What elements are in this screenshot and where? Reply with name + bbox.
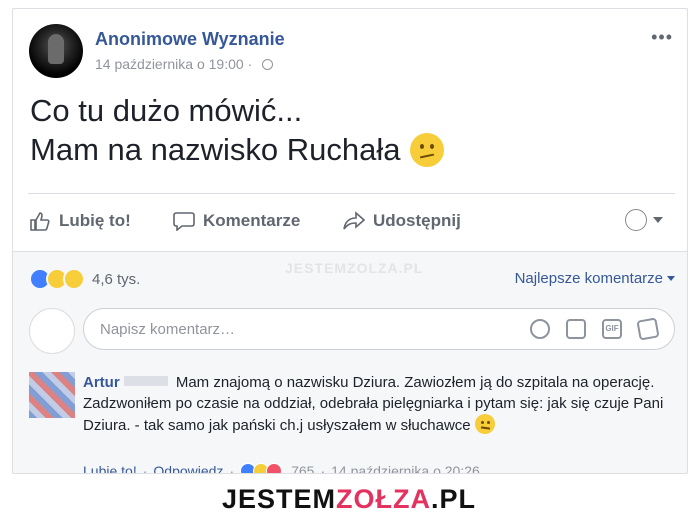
comment-placeholder: Napisz komentarz… bbox=[100, 321, 236, 338]
hooded-figure-icon bbox=[48, 34, 64, 64]
comment-author[interactable]: Artur bbox=[83, 374, 120, 391]
redacted-surname bbox=[123, 376, 168, 386]
user-avatar-icon bbox=[625, 209, 647, 231]
like-label: Lubię to! bbox=[59, 211, 131, 230]
brand-accent: ZOŁZA bbox=[336, 484, 432, 514]
divider bbox=[28, 193, 675, 194]
share-label: Udostępnij bbox=[373, 211, 461, 230]
post-timestamp[interactable]: 14 października o 19:00 bbox=[95, 56, 244, 72]
watermark: JESTEMZOLZA.PL bbox=[285, 260, 424, 276]
caret-down-icon bbox=[667, 276, 675, 281]
comment-like-link[interactable]: Lubię to! bbox=[83, 463, 137, 473]
speech-bubble-icon bbox=[173, 212, 195, 231]
share-button[interactable]: Udostępnij bbox=[343, 211, 461, 231]
comments-section: 4,6 tys. JESTEMZOLZA.PL Najlepsze koment… bbox=[13, 251, 687, 474]
comment-button[interactable]: Komentarze bbox=[173, 211, 300, 231]
separator: · bbox=[229, 463, 235, 474]
commenter-avatar bbox=[29, 308, 75, 354]
post-frame: Anonimowe Wyznanie 14 października o 19:… bbox=[12, 8, 688, 474]
sticker-icon[interactable] bbox=[636, 317, 660, 341]
reactions-summary[interactable]: 4,6 tys. bbox=[29, 268, 140, 290]
share-arrow-icon bbox=[343, 211, 365, 230]
camera-icon[interactable] bbox=[566, 319, 586, 339]
caret-down-icon bbox=[653, 217, 663, 223]
separator: · bbox=[142, 463, 148, 474]
post-text-line-1: Co tu dużo mówić... bbox=[30, 93, 303, 128]
page-name-link[interactable]: Anonimowe Wyznanie bbox=[95, 29, 285, 50]
comment-label: Komentarze bbox=[203, 211, 301, 230]
love-reaction-icon bbox=[266, 463, 283, 473]
site-logo: JESTEMZOŁZA.PL bbox=[222, 484, 476, 515]
worried-face-emoji bbox=[474, 414, 495, 434]
comment-actions: Lubię to! · Odpowiedz · 765 · 14 paździe… bbox=[83, 463, 480, 474]
comment-reaction-count[interactable]: 765 bbox=[291, 463, 314, 473]
post-text: Co tu dużo mówić... Mam na nazwisko Ruch… bbox=[30, 91, 445, 169]
reaction-count: 4,6 tys. bbox=[92, 270, 141, 288]
comment-filter-label: Najlepsze komentarze bbox=[514, 270, 663, 287]
comment-reply-link[interactable]: Odpowiedz bbox=[153, 463, 223, 473]
brand-left: JESTEM bbox=[222, 484, 337, 514]
post-as-selector[interactable] bbox=[625, 209, 663, 231]
sad-reaction-icon bbox=[63, 268, 85, 290]
comment-filter-dropdown[interactable]: Najlepsze komentarze bbox=[515, 270, 675, 287]
thumbs-up-icon bbox=[30, 212, 50, 231]
globe-icon bbox=[262, 59, 274, 70]
like-button[interactable]: Lubię to! bbox=[29, 211, 131, 231]
gif-icon[interactable]: GIF bbox=[602, 319, 622, 339]
post-text-line-2-row: Mam na nazwisko Ruchała bbox=[30, 130, 445, 169]
site-footer: JESTEMZOŁZA.PL bbox=[0, 474, 700, 527]
confused-face-emoji bbox=[410, 132, 445, 167]
emoji-icon[interactable] bbox=[530, 319, 550, 339]
comment-body: Artur Mam znajomą o nazwisku Dziura. Zaw… bbox=[83, 372, 669, 436]
comment-text: Mam znajomą o nazwisku Dziura. Zawiozłem… bbox=[83, 374, 664, 434]
meta-separator: · bbox=[247, 56, 253, 72]
post-card: Anonimowe Wyznanie 14 października o 19:… bbox=[12, 8, 688, 474]
post-text-line-2: Mam na nazwisko Ruchała bbox=[30, 132, 401, 167]
page-avatar[interactable] bbox=[29, 24, 83, 78]
comment-reactions[interactable] bbox=[240, 463, 283, 473]
post-meta: 14 października o 19:00 · bbox=[95, 56, 274, 72]
comment-timestamp[interactable]: 14 października o 20:26 bbox=[331, 463, 480, 473]
composer-icons: GIF bbox=[530, 317, 660, 341]
ellipsis-icon[interactable]: ••• bbox=[651, 27, 673, 48]
comment-author-avatar[interactable] bbox=[29, 372, 75, 418]
brand-right: .PL bbox=[431, 484, 477, 514]
comment-input[interactable]: Napisz komentarz… GIF bbox=[83, 308, 675, 350]
separator: · bbox=[320, 463, 326, 474]
